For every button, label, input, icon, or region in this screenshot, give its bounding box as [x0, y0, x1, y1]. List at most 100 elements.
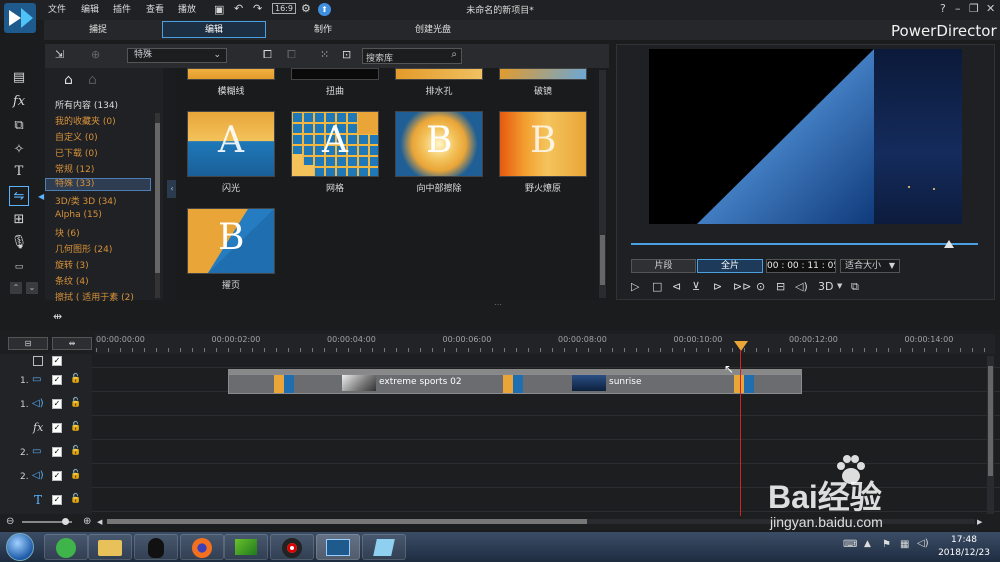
- category-item[interactable]: 特殊 (33): [45, 178, 151, 191]
- mode-edit[interactable]: 编辑: [162, 21, 266, 38]
- menu-view[interactable]: 查看: [146, 2, 164, 15]
- undock-icon[interactable]: ⧉: [851, 280, 859, 294]
- collapse-down-icon[interactable]: ⌄: [26, 282, 38, 294]
- fit-timeline-icon[interactable]: ⇹: [52, 337, 92, 350]
- category-item[interactable]: 自定义 (0): [55, 130, 98, 143]
- category-item[interactable]: 3D/类 3D (34): [55, 194, 117, 207]
- taskbar-firefox-icon[interactable]: [180, 534, 224, 560]
- video-track-2-checkbox[interactable]: ✓: [52, 447, 62, 457]
- mode-produce[interactable]: 制作: [271, 21, 375, 38]
- taskbar-explorer-icon[interactable]: [88, 534, 132, 560]
- grid-view-icon[interactable]: ⁙: [320, 48, 329, 61]
- category-scrollbar[interactable]: [155, 113, 160, 298]
- add-to-timeline-icon[interactable]: ⧠: [263, 48, 272, 62]
- lock-icon[interactable]: 🔓: [70, 446, 81, 456]
- snapshot-icon[interactable]: ⊙: [756, 280, 765, 293]
- timecode-display[interactable]: 00 : 00 : 11 : 05: [766, 259, 836, 273]
- next-frame-icon[interactable]: ⊳: [713, 280, 722, 293]
- video-track-1-checkbox[interactable]: ✓: [52, 375, 62, 385]
- transition-marker[interactable]: [503, 375, 523, 393]
- audio-track-2-checkbox[interactable]: ✓: [52, 471, 62, 481]
- speaker-icon[interactable]: ◁): [917, 538, 929, 549]
- fast-forward-icon[interactable]: ⊳⊳: [733, 280, 751, 293]
- category-dropdown[interactable]: 特殊 ⌄: [127, 48, 227, 63]
- show-hidden-icons-icon[interactable]: ▲: [864, 539, 871, 549]
- taskbar-qq-icon[interactable]: [134, 534, 178, 560]
- clock-date[interactable]: 2018/12/23: [936, 548, 992, 558]
- lock-icon[interactable]: 🔓: [70, 422, 81, 432]
- menu-playback[interactable]: 播放: [178, 2, 196, 15]
- zoom-fit-dropdown[interactable]: 适合大小 ▼: [840, 259, 900, 273]
- taskbar-note-icon[interactable]: [362, 534, 406, 560]
- thumb-broken-glass[interactable]: [499, 68, 587, 80]
- thumb-wildfire[interactable]: B: [499, 111, 587, 177]
- aspect-ratio-icon[interactable]: 16:9: [272, 3, 296, 14]
- timeline-vertical-scrollbar[interactable]: [987, 356, 994, 514]
- category-item[interactable]: 条纹 (4): [55, 274, 89, 287]
- stop-icon[interactable]: □: [652, 280, 662, 293]
- category-item[interactable]: 块 (6): [55, 226, 80, 239]
- thumb-grid[interactable]: A: [291, 111, 379, 177]
- particle-room-icon[interactable]: ✧: [9, 140, 29, 160]
- mode-capture[interactable]: 捕捉: [46, 21, 150, 38]
- zoom-slider-handle[interactable]: [62, 518, 69, 525]
- category-item[interactable]: 擦拭 ( 适用于素 (2): [55, 290, 134, 303]
- redo-icon[interactable]: ↷: [253, 2, 262, 15]
- subtitle-icon[interactable]: ⊟: [776, 280, 785, 293]
- start-button-icon[interactable]: [6, 533, 34, 561]
- preview-playhead-icon[interactable]: [944, 240, 954, 248]
- play-icon[interactable]: ▷: [631, 280, 639, 293]
- restore-icon[interactable]: ❐: [969, 2, 979, 15]
- master-track-toggle[interactable]: [33, 356, 43, 366]
- thumb-blur-line[interactable]: [187, 68, 275, 80]
- category-item[interactable]: 已下载 (0): [55, 146, 98, 159]
- mode-3d-label[interactable]: 3D: [818, 280, 833, 293]
- save-icon[interactable]: ▣: [214, 3, 224, 16]
- undo-icon[interactable]: ↶: [234, 2, 243, 15]
- settings-gear-icon[interactable]: ⚙: [301, 2, 311, 15]
- movie-mode-button[interactable]: 全片: [697, 259, 763, 273]
- thumb-page-curl[interactable]: B: [187, 208, 275, 274]
- category-item[interactable]: 我的收藏夹 (0): [55, 114, 116, 127]
- category-item[interactable]: Alpha (15): [55, 210, 102, 220]
- audio-track-1-checkbox[interactable]: ✓: [52, 399, 62, 409]
- effect-room-icon[interactable]: fx: [9, 92, 29, 112]
- title-room-icon[interactable]: T: [9, 162, 29, 182]
- lock-icon[interactable]: 🔓: [70, 374, 81, 384]
- previous-frame-icon[interactable]: ⊲: [672, 280, 681, 293]
- category-item[interactable]: 常规 (12): [55, 162, 94, 175]
- category-item[interactable]: 几何图形 (24): [55, 242, 112, 255]
- clock-time[interactable]: 17:48: [944, 535, 984, 545]
- taskbar-powerdirector-icon[interactable]: [316, 534, 360, 560]
- keyboard-tray-icon[interactable]: ⌨: [843, 539, 857, 550]
- track-manager-icon[interactable]: ⊟: [8, 337, 48, 350]
- lock-icon[interactable]: 🔓: [70, 494, 81, 504]
- help-icon[interactable]: ?: [940, 2, 946, 15]
- subtitle-room-icon[interactable]: ▭: [9, 257, 29, 277]
- close-icon[interactable]: ✕: [986, 2, 995, 15]
- transition-marker[interactable]: [274, 375, 294, 393]
- zoom-in-icon[interactable]: ⊕: [83, 516, 91, 527]
- library-search-box[interactable]: 搜索库 ⌕: [362, 48, 462, 64]
- thumb-flash[interactable]: A: [187, 111, 275, 177]
- pip-room-icon[interactable]: ⧉: [9, 116, 29, 136]
- category-item[interactable]: 所有内容 (134): [55, 98, 118, 111]
- split-icon[interactable]: ⊻: [692, 280, 700, 293]
- taskbar-app-360-icon[interactable]: [44, 534, 88, 560]
- network-icon[interactable]: ▦: [900, 539, 909, 550]
- thumb-twist[interactable]: [291, 68, 379, 80]
- menu-plugins[interactable]: 插件: [113, 2, 131, 15]
- splitter-handle-icon[interactable]: ⋯: [494, 300, 502, 309]
- mode-create-disc[interactable]: 创建光盘: [381, 21, 485, 38]
- search-icon[interactable]: ⌕: [451, 49, 457, 60]
- taskbar-media-icon[interactable]: [224, 534, 268, 560]
- menu-file[interactable]: 文件: [48, 2, 66, 15]
- thumb-center-wipe[interactable]: B: [395, 111, 483, 177]
- preview-progress-bar[interactable]: [631, 243, 978, 245]
- category-item[interactable]: 旋转 (3): [55, 258, 89, 271]
- thumbnail-size-icon[interactable]: ⊡: [342, 48, 351, 61]
- audio-mixing-icon[interactable]: ⊞: [9, 210, 29, 230]
- media-room-icon[interactable]: ▤: [9, 68, 29, 88]
- lock-icon[interactable]: 🔓: [70, 470, 81, 480]
- thumb-drain[interactable]: [395, 68, 483, 80]
